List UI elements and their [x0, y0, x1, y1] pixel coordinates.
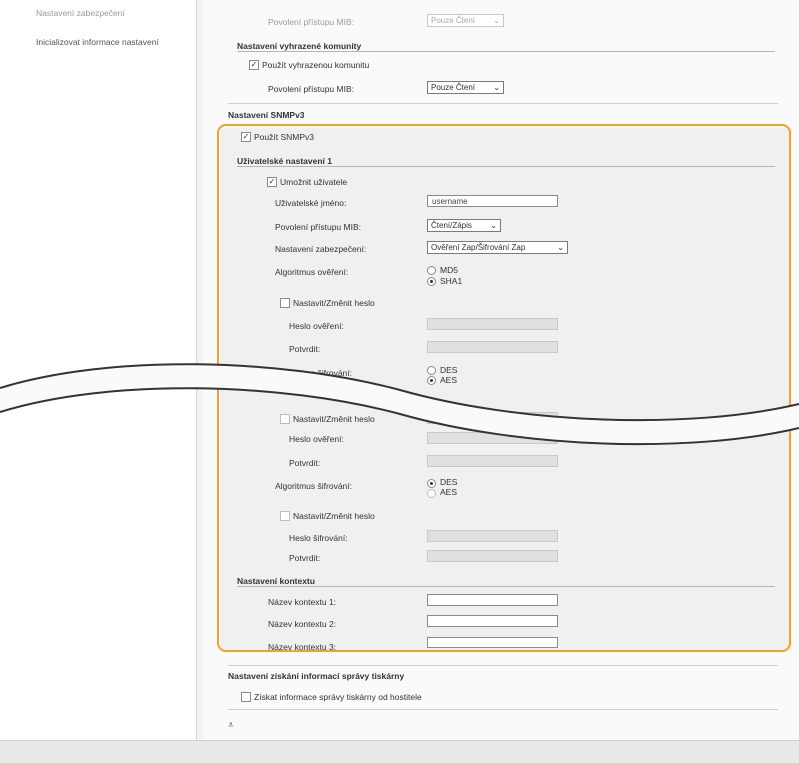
set-password-label-3: Nastavit/Změnit heslo — [293, 511, 375, 521]
context-name-1-label: Název kontextu 1: — [268, 597, 337, 607]
enable-user-label: Umožnit uživatele — [280, 177, 348, 187]
set-password-label-2: Nastavit/Změnit heslo — [293, 414, 375, 424]
printer-mgmt-heading: Nastavení získání informací správy tiská… — [228, 671, 405, 681]
use-snmpv3-checkbox[interactable]: ✓ — [241, 132, 251, 142]
confirm-input-3[interactable] — [427, 550, 558, 562]
confirm-input[interactable] — [427, 341, 558, 353]
divider — [237, 586, 775, 587]
use-snmpv3-label: Použít SNMPv3 — [254, 132, 314, 142]
password-input-2[interactable] — [427, 412, 558, 424]
aes-label: AES — [440, 375, 458, 385]
divider — [228, 103, 778, 104]
top-mib-label: Povolení přístupu MIB: — [268, 17, 354, 27]
des-radio-2[interactable] — [427, 479, 436, 488]
security-label: Nastavení zabezpečení: — [275, 244, 367, 254]
printer-mgmt-label: Získat informace správy tiskárny od host… — [254, 692, 422, 702]
dedicated-community-label: Použít vyhrazenou komunitu — [262, 60, 370, 70]
enc-algorithm-label-2: Algoritmus šifrování: — [275, 481, 352, 491]
sidebar-item-security[interactable]: Nastavení zabezpečení — [36, 8, 125, 18]
context-name-3-input[interactable] — [427, 637, 558, 648]
bottom-strip — [0, 740, 799, 763]
username-label: Uživatelské jméno: — [275, 198, 347, 208]
auth-password-label: Heslo ověření: — [289, 321, 344, 331]
divider — [237, 166, 775, 167]
confirm-input-2[interactable] — [427, 455, 558, 467]
enable-user-checkbox[interactable]: ✓ — [267, 177, 277, 187]
auth-password-label-2: Heslo ověření: — [289, 434, 344, 444]
set-password-checkbox-2[interactable] — [280, 414, 290, 424]
snmpv3-heading: Nastavení SNMPv3 — [228, 110, 305, 120]
set-password-checkbox[interactable] — [280, 298, 290, 308]
context-name-3-label: Název kontextu 3: — [268, 642, 337, 652]
confirm-label-3: Potvrdit: — [289, 553, 321, 563]
auth-password-input-2[interactable] — [427, 432, 558, 444]
set-password-checkbox-3[interactable] — [280, 511, 290, 521]
sha1-label: SHA1 — [440, 276, 463, 286]
des-label: DES — [440, 365, 458, 375]
user-mib-select[interactable]: Čtení/Zápis ⌄ — [427, 219, 501, 232]
sidebar-item-initialize[interactable]: Inicializovat informace nastavení — [36, 37, 159, 47]
aes-label-2: AES — [440, 487, 458, 497]
des-label-2: DES — [440, 477, 458, 487]
divider — [228, 665, 778, 666]
sidebar: Nastavení zabezpečení Inicializovat info… — [0, 0, 197, 740]
context-name-2-input[interactable] — [427, 615, 558, 627]
security-select[interactable]: Ověření Zap/Šifrování Zap ⌄ — [427, 241, 568, 254]
user-settings-1-heading: Uživatelské nastavení 1 — [237, 156, 332, 166]
set-password-label: Nastavit/Změnit heslo — [293, 298, 375, 308]
dedicated-mib-label: Povolení přístupu MIB: — [268, 84, 354, 94]
sha1-radio[interactable] — [427, 277, 436, 286]
enc-password-label: Heslo šifrování: — [289, 533, 348, 543]
dedicated-community-heading: Nastavení vyhrazené komunity — [237, 41, 362, 51]
dedicated-community-checkbox[interactable]: ✓ — [249, 60, 259, 70]
md5-label: MD5 — [440, 265, 458, 275]
auth-password-input[interactable] — [427, 318, 558, 330]
enc-algorithm-label: Algoritmus šifrování: — [275, 368, 352, 378]
dedicated-mib-select[interactable]: Pouze Čtení ⌄ — [427, 81, 504, 94]
user-mib-label: Povolení přístupu MIB: — [275, 222, 361, 232]
page-top-icon[interactable]: ⩡ — [228, 720, 234, 731]
md5-radio[interactable] — [427, 266, 436, 275]
aes-radio-2[interactable] — [427, 489, 436, 498]
context-name-1-input[interactable] — [427, 594, 558, 606]
top-mib-select[interactable]: Pouze Čtení ⌄ — [427, 14, 504, 27]
confirm-label: Potvrdit: — [289, 344, 321, 354]
confirm-label-2: Potvrdit: — [289, 458, 321, 468]
enc-password-input[interactable] — [427, 530, 558, 542]
divider — [228, 709, 778, 710]
context-heading: Nastavení kontextu — [237, 576, 315, 586]
aes-radio[interactable] — [427, 376, 436, 385]
divider — [237, 51, 775, 52]
auth-algorithm-label: Algoritmus ověření: — [275, 267, 349, 277]
username-input[interactable]: username — [427, 195, 558, 207]
context-name-2-label: Název kontextu 2: — [268, 619, 337, 629]
des-radio[interactable] — [427, 366, 436, 375]
printer-mgmt-checkbox[interactable] — [241, 692, 251, 702]
